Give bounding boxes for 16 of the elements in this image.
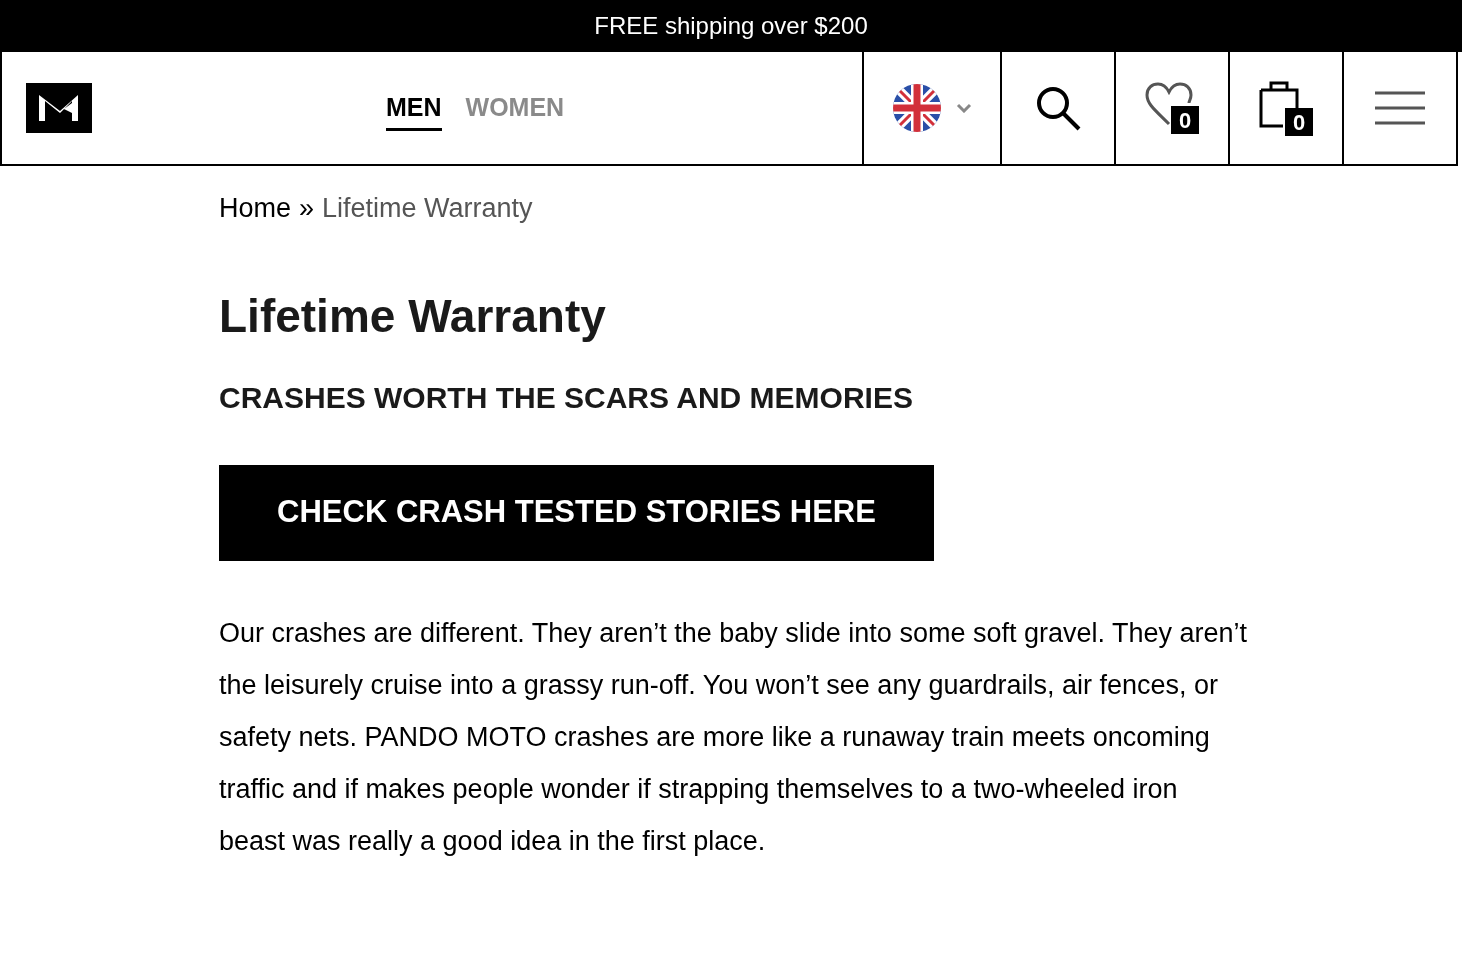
cart-button[interactable]: 0 [1228,52,1342,164]
cart-count-badge: 0 [1285,108,1313,136]
menu-icon [1374,91,1426,125]
breadcrumb-home-link[interactable]: Home [219,188,292,229]
page-subtitle: CRASHES WORTH THE SCARS AND MEMORIES [219,382,914,413]
logo-icon[interactable] [26,83,92,133]
wishlist-button[interactable]: 0 [1114,52,1228,164]
nav-tab[interactable]: MEN [386,88,442,132]
chevron-down-icon [956,103,972,113]
body-paragraph: Our crashes are different. They aren’t the baby slide into some soft gravel. They aren’t the leisurely cruise into a grassy run-off. You won’t see any guardrails, air fences, or safety nets. PANDO MOTO crashes are more like a runaway train meets oncoming traffic and if makes people wonder if strapping themselves to a two-wheeled iron beast was really a good idea in the first place. [219,616,1249,858]
wishlist-count-badge: 0 [1171,106,1199,134]
breadcrumb-current: Lifetime Warranty [322,192,533,225]
stories-button[interactable]: CHECK CRASH TESTED STORIES HERE [219,464,934,561]
announcement-text: FREE shipping over $200 [594,11,868,41]
breadcrumb-separator: » [299,192,315,225]
search-icon [1034,84,1082,132]
